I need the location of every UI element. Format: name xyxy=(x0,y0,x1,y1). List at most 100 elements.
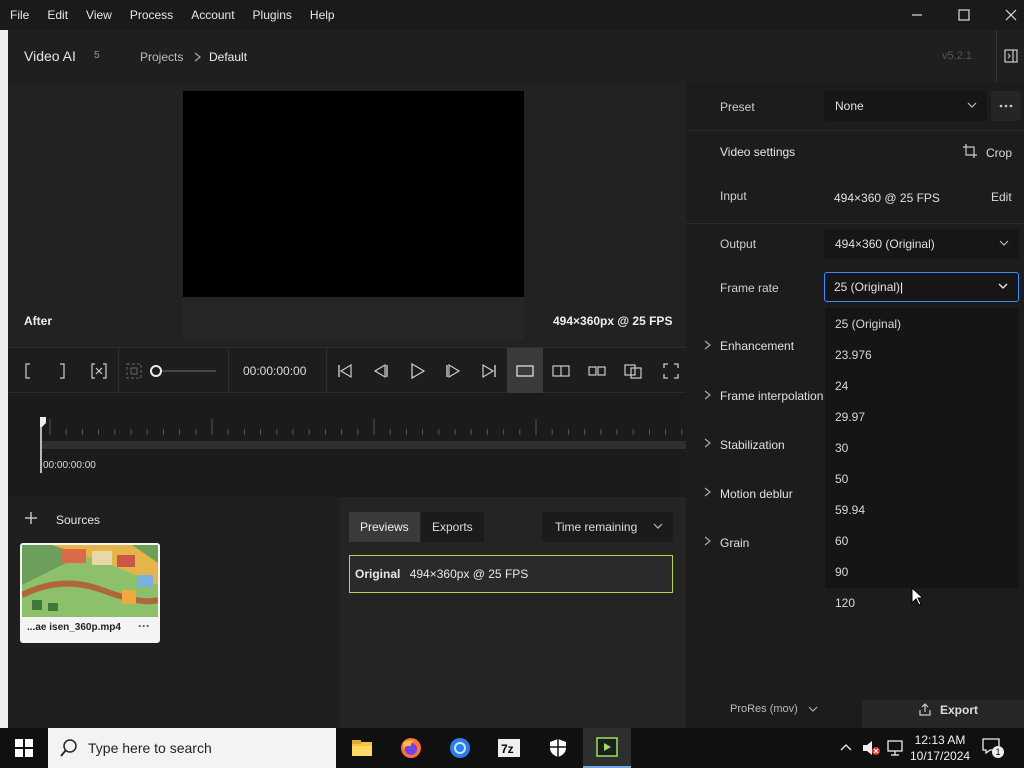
tab-exports[interactable]: Exports xyxy=(421,512,484,542)
side-by-side-button[interactable] xyxy=(586,348,608,394)
section-frame-interpolation[interactable]: Frame interpolation xyxy=(720,389,823,403)
mark-out-button[interactable] xyxy=(52,348,72,394)
separator xyxy=(228,348,229,394)
zoom-fit-button[interactable] xyxy=(124,348,144,394)
timeline[interactable]: 00:00:00:00 xyxy=(8,393,686,497)
menu-plugins[interactable]: Plugins xyxy=(243,0,300,30)
next-frame-button[interactable] xyxy=(442,348,464,394)
app-badge: 5 xyxy=(94,50,100,61)
mouse-cursor-icon xyxy=(911,587,923,606)
output-label: Output xyxy=(720,237,757,251)
sources-panel: Sources ...ae isen_360p.mp4 ··· xyxy=(8,497,340,728)
compare-button[interactable] xyxy=(622,348,644,394)
framerate-option[interactable]: 30 xyxy=(835,441,848,455)
zoom-slider[interactable] xyxy=(150,348,220,394)
close-button[interactable] xyxy=(988,0,1024,30)
breadcrumb-projects[interactable]: Projects xyxy=(140,50,183,64)
maximize-button[interactable] xyxy=(941,0,987,30)
7zip-taskbar[interactable]: 7z xyxy=(485,728,533,768)
menu-account[interactable]: Account xyxy=(181,0,242,30)
section-stabilization[interactable]: Stabilization xyxy=(720,438,785,452)
chevron-right-icon xyxy=(704,390,711,400)
framerate-option[interactable]: 90 xyxy=(835,565,848,579)
crop-button[interactable]: Crop xyxy=(986,146,1012,160)
tab-previews[interactable]: Previews xyxy=(349,512,420,542)
security-taskbar[interactable] xyxy=(534,728,582,768)
chevron-up-icon[interactable] xyxy=(840,742,852,752)
chrome-taskbar[interactable] xyxy=(436,728,484,768)
video-preview[interactable] xyxy=(183,91,524,297)
single-view-button[interactable] xyxy=(507,348,543,394)
add-source-button[interactable] xyxy=(24,509,38,530)
export-button[interactable]: Export xyxy=(862,700,1024,728)
chevron-down-icon xyxy=(653,523,663,529)
section-motion-deblur[interactable]: Motion deblur xyxy=(720,487,793,501)
output-select[interactable]: 494×360 (Original) xyxy=(824,229,1019,259)
format-select[interactable]: ProRes (mov) xyxy=(686,700,861,728)
sidebar-toggle-button[interactable] xyxy=(996,30,1024,82)
input-edit-button[interactable]: Edit xyxy=(991,190,1012,204)
separator xyxy=(118,348,119,394)
notification-count: 1 xyxy=(992,746,1004,758)
section-grain[interactable]: Grain xyxy=(720,536,749,550)
split-view-button[interactable] xyxy=(550,348,572,394)
notifications-button[interactable]: 1 xyxy=(982,738,1004,758)
playback-controls: 00:00:00:00 xyxy=(8,347,686,394)
framerate-option[interactable]: 23.976 xyxy=(835,348,872,362)
windows-logo-icon xyxy=(15,739,33,757)
maximize-icon xyxy=(958,9,970,21)
previous-frame-button[interactable] xyxy=(370,348,392,394)
framerate-option[interactable]: 59.94 xyxy=(835,503,865,517)
taskbar: Type here to search 7z 12:13 AM 10/17/20… xyxy=(0,728,1024,768)
more-horizontal-icon xyxy=(999,104,1013,108)
framerate-option[interactable]: 120 xyxy=(835,596,855,610)
framerate-option[interactable]: 25 (Original) xyxy=(835,317,901,331)
original-preview-row[interactable]: Original 494×360px @ 25 FPS xyxy=(349,555,673,593)
section-enhancement[interactable]: Enhancement xyxy=(720,339,794,353)
framerate-option[interactable]: 24 xyxy=(835,379,848,393)
time-remaining-select[interactable]: Time remaining xyxy=(542,512,673,542)
firefox-icon xyxy=(401,738,421,758)
menu-view[interactable]: View xyxy=(76,0,120,30)
file-explorer-taskbar[interactable] xyxy=(338,728,386,768)
firefox-taskbar[interactable] xyxy=(387,728,435,768)
video-ai-taskbar[interactable] xyxy=(583,728,631,768)
menu-bar: File Edit View Process Account Plugins H… xyxy=(0,0,1024,30)
clock-date: 10/17/2024 xyxy=(910,749,971,763)
fullscreen-button[interactable] xyxy=(660,348,682,394)
minimize-button[interactable] xyxy=(894,0,940,30)
source-card[interactable]: ...ae isen_360p.mp4 ··· xyxy=(20,543,160,643)
app-header: Video AI 5 Projects Default v5.2.1 xyxy=(8,30,1024,82)
menu-help[interactable]: Help xyxy=(300,0,343,30)
framerate-label: Frame rate xyxy=(720,281,779,295)
minimize-icon xyxy=(912,14,922,16)
separator xyxy=(326,348,327,394)
source-file-name: ...ae isen_360p.mp4 xyxy=(27,622,121,633)
go-to-start-button[interactable] xyxy=(334,348,356,394)
menu-process[interactable]: Process xyxy=(120,0,181,30)
framerate-option[interactable]: 50 xyxy=(835,472,848,486)
divider xyxy=(686,130,1024,131)
taskbar-search[interactable]: Type here to search xyxy=(48,728,336,768)
preset-select[interactable]: None xyxy=(824,91,987,121)
skip-start-icon xyxy=(338,363,352,379)
start-button[interactable] xyxy=(0,728,48,768)
play-button[interactable] xyxy=(406,348,428,394)
source-more-button[interactable]: ··· xyxy=(138,619,150,633)
go-to-end-button[interactable] xyxy=(478,348,500,394)
framerate-option[interactable]: 60 xyxy=(835,534,848,548)
volume-muted-icon[interactable] xyxy=(862,740,880,756)
framerate-option[interactable]: 29.97 xyxy=(835,410,865,424)
chrome-icon xyxy=(450,738,470,758)
preset-value: None xyxy=(835,99,864,113)
search-placeholder: Type here to search xyxy=(88,740,212,756)
mark-in-button[interactable] xyxy=(18,348,38,394)
menu-file[interactable]: File xyxy=(0,0,37,30)
framerate-select[interactable]: 25 (Original)| xyxy=(824,272,1019,302)
clear-marks-button[interactable] xyxy=(88,348,110,394)
menu-edit[interactable]: Edit xyxy=(37,0,76,30)
preset-more-button[interactable] xyxy=(991,91,1021,121)
timeline-track[interactable] xyxy=(41,441,686,449)
taskbar-clock[interactable]: 12:13 AM 10/17/2024 xyxy=(910,732,970,764)
network-icon[interactable] xyxy=(887,740,903,756)
